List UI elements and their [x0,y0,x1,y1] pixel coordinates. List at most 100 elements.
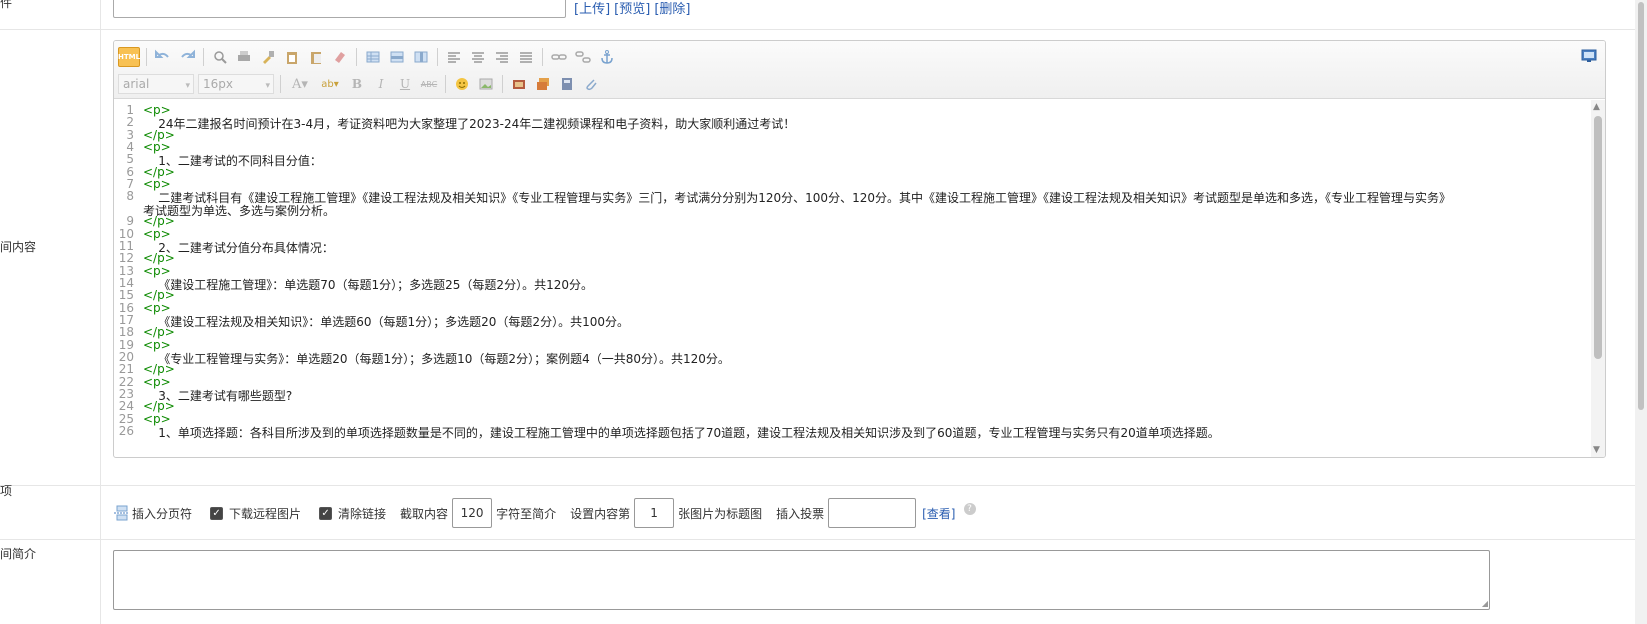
flash-icon[interactable] [557,74,577,94]
toolbar-separator [203,48,204,66]
content-options: 插入分页符 ✓ 下载远程图片 ✓ 清除链接 截取内容 120 字符至简介 设置内… [113,486,976,540]
attachment-icon[interactable] [581,74,601,94]
font-family-value: arial [123,77,150,91]
toolbar-separator [280,75,281,93]
summary-label: 间简介 [0,547,37,561]
emoticon-icon[interactable] [452,74,472,94]
upload-label: 件 [0,0,13,10]
chevron-down-icon: ▾ [265,81,270,91]
redo-icon[interactable] [177,47,197,67]
extract-prefix-label: 截取内容 [400,506,449,521]
download-remote-images-checkbox[interactable]: ✓ [210,506,224,520]
scroll-down-icon[interactable]: ▼ [1593,445,1600,455]
options-row: 项 插入分页符 ✓ 下载远程图片 ✓ 清除链接 截取内容 120 字符至简介 设… [0,484,1635,540]
chevron-down-icon: ▾ [185,81,190,91]
editor-scrollbar[interactable]: ▲ ▼ [1591,100,1605,457]
extract-length-input[interactable]: 120 [452,498,493,528]
source-text-line: 《建设工程施工管理》：单选题70（每题1分）；多选题25（每题2分）。共120分… [143,277,593,292]
table-icon[interactable] [363,47,383,67]
align-left-icon[interactable] [444,47,464,67]
view-vote-link[interactable]: [查看] [922,505,955,522]
title-image-suffix-label: 张图片为标题图 [678,506,763,521]
toolbar-separator [356,48,357,66]
align-right-icon[interactable] [492,47,512,67]
undo-icon[interactable] [153,47,173,67]
bold-icon[interactable]: B [347,74,367,94]
scroll-up-icon[interactable]: ▲ [1593,102,1600,112]
find-icon[interactable] [210,47,230,67]
font-family-select[interactable]: arial ▾ [118,74,194,94]
toolbar-separator [437,48,438,66]
source-text-line: 《专业工程管理与实务》：单选题20（每题1分）；多选题10（每题2分）；案例题4… [143,352,730,366]
title-image-index-input[interactable]: 1 [634,498,675,528]
editor-scroll-thumb[interactable] [1594,116,1602,359]
upload-path-input[interactable] [113,0,566,18]
options-label: 项 [0,484,13,498]
insert-row-icon[interactable] [387,47,407,67]
highlight-icon[interactable]: ab▾ [317,74,343,94]
toolbar-line-2: arial ▾ 16px ▾ A▾ ab▾ B I U ABC [118,72,605,96]
underline-icon[interactable]: U [395,74,415,94]
italic-icon[interactable]: I [371,74,391,94]
toolbar-separator [146,48,147,66]
toolbar-separator [445,75,446,93]
summary-row: 间简介 ◢ [0,540,1635,624]
paste-text-icon[interactable] [306,47,326,67]
page-scrollbar[interactable] [1635,0,1647,624]
upload-label-cell: 件 [0,0,101,29]
line-number: 8 [126,189,134,204]
resize-grip-icon[interactable]: ◢ [1482,599,1488,608]
source-text-line: 《建设工程法规及相关知识》：单选题60（每题1分）；多选题20（每题2分）。共1… [143,314,629,329]
summary-label-cell: 间简介 [0,540,101,624]
font-size-value: 16px [203,77,233,91]
editor-toolbar: HTML arial ▾ 16px ▾ A▾ ab▾ B I U ABC [114,41,1605,99]
unlink-icon[interactable] [573,47,593,67]
toolbar-line-1: HTML [118,45,621,69]
link-icon[interactable] [549,47,569,67]
delete-link[interactable]: [删除] [654,2,690,17]
insert-column-icon[interactable] [411,47,431,67]
multi-image-icon[interactable] [533,74,553,94]
title-image-prefix-label: 设置内容第 [570,506,631,521]
strikethrough-icon[interactable]: ABC [419,74,439,94]
upload-links: [上传] [预览] [删除] [574,0,694,17]
paste-icon[interactable] [282,47,302,67]
content-label-cell: 间内容 [0,30,101,485]
source-text-line: 1、单项选择题：各科目所涉及到的单项选择题数量是不同的，建设工程施工管理中的单项… [143,426,1220,441]
help-icon[interactable]: ? [963,503,976,515]
html-source-view[interactable]: 1 <p> 2 24年二建报名时间预计在3-4月，考证资料吧为大家整理了2023-2… [114,100,1591,457]
font-size-select[interactable]: 16px ▾ [198,74,274,94]
summary-textarea[interactable]: ◢ [113,550,1490,610]
fullscreen-icon[interactable] [1581,49,1597,63]
vote-id-input[interactable] [828,498,917,528]
html-icon[interactable]: HTML [118,47,140,67]
article-edit-form: 件 [上传] [预览] [删除] 间内容 HTML arial ▾ 16px ▾… [0,0,1647,624]
upload-link[interactable]: [上传] [574,2,610,17]
source-text-line: 二建考试科目有《建设工程施工管理》《建设工程法规及相关知识》《专业工程管理与实务… [143,191,1451,206]
align-center-icon[interactable] [468,47,488,67]
format-brush-icon[interactable] [258,47,278,67]
clear-links-checkbox[interactable]: ✓ [319,506,333,520]
toolbar-separator [502,75,503,93]
insert-vote-label: 插入投票 [776,506,825,521]
page-break-icon [114,505,128,521]
preview-link[interactable]: [预览] [614,2,650,17]
image-icon[interactable] [476,74,496,94]
rich-text-editor: HTML arial ▾ 16px ▾ A▾ ab▾ B I U ABC 1 <… [113,40,1606,458]
upload-row: 件 [上传] [预览] [删除] [0,0,1635,30]
page-scroll-thumb[interactable] [1638,2,1644,410]
print-icon[interactable] [234,47,254,67]
download-remote-images-label: 下载远程图片 [229,506,302,521]
insert-page-break-link[interactable]: 插入分页符 [132,505,192,522]
media-icon[interactable] [509,74,529,94]
content-row: 间内容 HTML arial ▾ 16px ▾ A▾ ab▾ B I U ABC… [0,30,1635,486]
clear-format-icon[interactable] [330,47,350,67]
clear-links-label: 清除链接 [338,506,387,521]
line-number: 26 [118,424,134,439]
align-justify-icon[interactable] [516,47,536,67]
anchor-icon[interactable] [597,47,617,67]
content-label: 间内容 [0,240,37,254]
font-color-icon[interactable]: A▾ [287,74,313,94]
options-label-cell: 项 [0,484,101,539]
source-text-line: 24年二建报名时间预计在3-4月，考证资料吧为大家整理了2023-24年二建视频… [143,117,796,132]
